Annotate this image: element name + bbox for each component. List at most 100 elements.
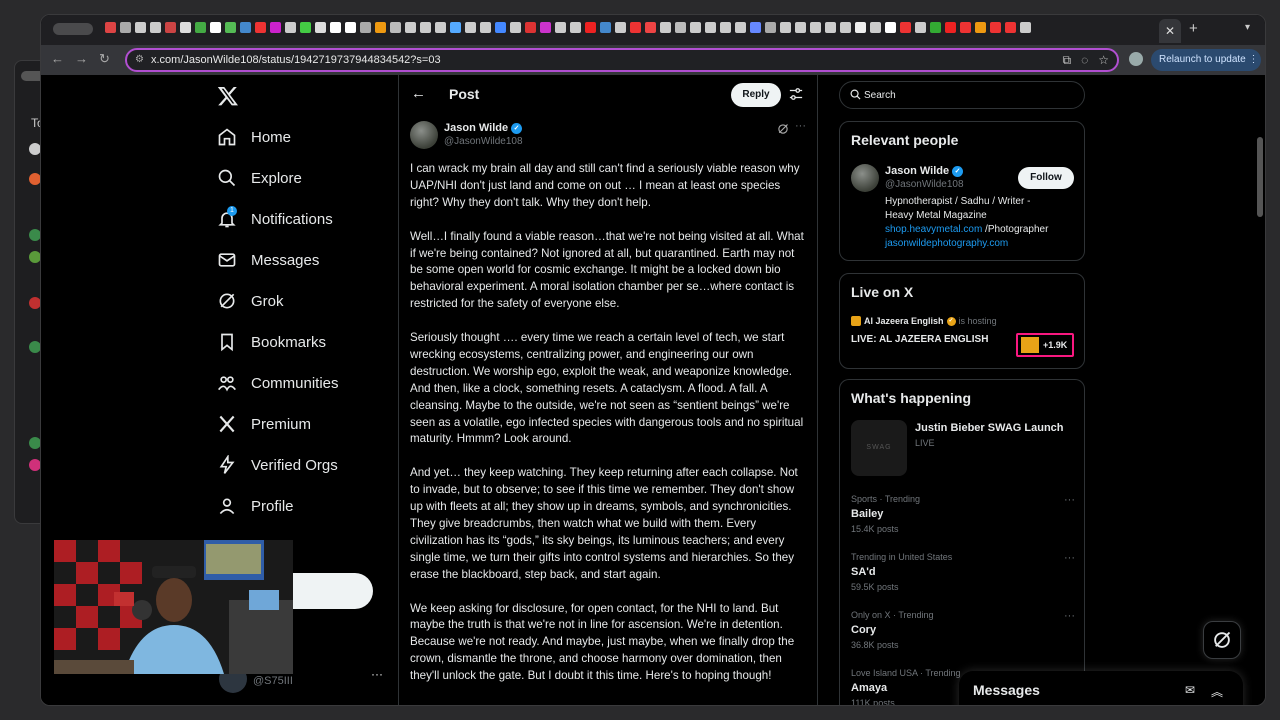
relevant-person-avatar[interactable] — [851, 164, 879, 192]
tab-favicon-icon[interactable] — [960, 22, 971, 33]
tab-favicon-icon[interactable] — [675, 22, 686, 33]
relaunch-button[interactable]: Relaunch to update ⋮ — [1151, 49, 1261, 71]
tab-favicon-icon[interactable] — [1020, 22, 1031, 33]
tab-favicon-icon[interactable] — [720, 22, 731, 33]
tab-favicon-icon[interactable] — [300, 22, 311, 33]
trend-more-icon[interactable]: ··· — [1064, 552, 1075, 564]
post-more-icon[interactable]: ··· — [795, 120, 806, 132]
tab-favicon-icon[interactable] — [975, 22, 986, 33]
tab-favicon-icon[interactable] — [240, 22, 251, 33]
url-text[interactable]: x.com/JasonWilde108/status/1942719737944… — [151, 54, 441, 66]
tab-favicon-icon[interactable] — [825, 22, 836, 33]
trend-more-icon[interactable]: ··· — [1064, 494, 1075, 506]
nav-item-grok[interactable]: Grok — [217, 287, 284, 315]
tab-favicon-icon[interactable] — [345, 22, 356, 33]
tab-favicon-icon[interactable] — [270, 22, 281, 33]
tab-strip[interactable] — [105, 22, 1031, 33]
relevant-person-handle[interactable]: @JasonWilde108 — [885, 179, 964, 190]
nav-item-explore[interactable]: Explore — [217, 164, 302, 192]
tab-favicon-icon[interactable] — [810, 22, 821, 33]
tab-favicon-icon[interactable] — [210, 22, 221, 33]
tab-favicon-icon[interactable] — [390, 22, 401, 33]
sliders-icon[interactable] — [789, 87, 803, 101]
live-host[interactable]: Al Jazeera English ✓ is hosting — [851, 316, 997, 326]
site-info-icon[interactable]: ⚙ — [135, 54, 144, 65]
tab-favicon-icon[interactable] — [870, 22, 881, 33]
tab-favicon-icon[interactable] — [840, 22, 851, 33]
follow-button[interactable]: Follow — [1018, 167, 1074, 189]
reload-icon[interactable]: ↻ — [99, 51, 110, 67]
account-more-icon[interactable]: ··· — [371, 667, 383, 681]
tab-favicon-icon[interactable] — [180, 22, 191, 33]
tab-favicon-icon[interactable] — [420, 22, 431, 33]
tab-favicon-icon[interactable] — [600, 22, 611, 33]
trend-item[interactable]: Only on X · Trending Cory 36.8K posts ··· — [851, 610, 1075, 650]
tab-favicon-icon[interactable] — [1005, 22, 1016, 33]
author-handle[interactable]: @JasonWilde108 — [444, 136, 523, 147]
search-input[interactable]: Search — [839, 81, 1085, 109]
tab-favicon-icon[interactable] — [735, 22, 746, 33]
nav-item-notifications[interactable]: 1 Notifications — [217, 205, 333, 233]
nav-item-communities[interactable]: Communities — [217, 369, 339, 397]
trend-item[interactable]: Trending in United States SA'd 59.5K posts… — [851, 552, 1075, 592]
forward-icon[interactable]: → — [75, 51, 88, 66]
grok-icon[interactable] — [777, 123, 789, 135]
tab-favicon-icon[interactable] — [165, 22, 176, 33]
tab-favicon-icon[interactable] — [435, 22, 446, 33]
live-stream-title[interactable]: LIVE: AL JAZEERA ENGLISH — [851, 334, 988, 345]
tab-favicon-icon[interactable] — [285, 22, 296, 33]
tab-favicon-icon[interactable] — [900, 22, 911, 33]
install-app-icon[interactable]: ⧉ — [1063, 53, 1072, 68]
tab-favicon-icon[interactable] — [360, 22, 371, 33]
tab-favicon-icon[interactable] — [645, 22, 656, 33]
tab-favicon-icon[interactable] — [525, 22, 536, 33]
author-name[interactable]: Jason Wilde ✓ — [444, 122, 523, 134]
tab-favicon-icon[interactable] — [615, 22, 626, 33]
menu-dots-icon[interactable]: ⋮ — [1249, 54, 1259, 65]
tab-favicon-icon[interactable] — [855, 22, 866, 33]
scrollbar[interactable] — [1257, 137, 1263, 217]
bio-link[interactable]: shop.heavymetal.com — [885, 224, 982, 235]
tab-favicon-icon[interactable] — [375, 22, 386, 33]
grok-button[interactable] — [1203, 621, 1241, 659]
window-controls[interactable] — [53, 23, 93, 35]
tab-favicon-icon[interactable] — [330, 22, 341, 33]
tab-favicon-icon[interactable] — [150, 22, 161, 33]
hide-icon[interactable]: ◌ — [1081, 53, 1088, 68]
tab-favicon-icon[interactable] — [945, 22, 956, 33]
tab-favicon-icon[interactable] — [495, 22, 506, 33]
tab-favicon-icon[interactable] — [765, 22, 776, 33]
back-icon[interactable]: ← — [51, 51, 64, 66]
tab-favicon-icon[interactable] — [465, 22, 476, 33]
new-tab-button[interactable]: + — [1189, 20, 1198, 37]
tab-favicon-icon[interactable] — [570, 22, 581, 33]
tab-favicon-icon[interactable] — [705, 22, 716, 33]
nav-item-verified-orgs[interactable]: Verified Orgs — [217, 451, 338, 479]
tab-favicon-icon[interactable] — [255, 22, 266, 33]
tab-search-icon[interactable]: ▾ — [1245, 22, 1250, 33]
author-avatar[interactable] — [410, 121, 438, 149]
x-logo-icon[interactable] — [217, 85, 239, 107]
tab-favicon-icon[interactable] — [225, 22, 236, 33]
nav-item-home[interactable]: Home — [217, 123, 291, 151]
tab-favicon-icon[interactable] — [915, 22, 926, 33]
tab-favicon-icon[interactable] — [555, 22, 566, 33]
nav-item-premium[interactable]: Premium — [217, 410, 311, 438]
trend-item[interactable]: Sports · Trending Bailey 15.4K posts ··· — [851, 494, 1075, 534]
featured-trend-image[interactable]: SWAG — [851, 420, 907, 476]
close-tab-icon[interactable]: ✕ — [1159, 19, 1181, 43]
tab-favicon-icon[interactable] — [135, 22, 146, 33]
tab-favicon-icon[interactable] — [795, 22, 806, 33]
tab-favicon-icon[interactable] — [510, 22, 521, 33]
tab-favicon-icon[interactable] — [105, 22, 116, 33]
messages-drawer[interactable]: Messages ✉ ︽ — [959, 671, 1243, 705]
tab-favicon-icon[interactable] — [885, 22, 896, 33]
tab-favicon-icon[interactable] — [315, 22, 326, 33]
trend-more-icon[interactable]: ··· — [1064, 610, 1075, 622]
tab-favicon-icon[interactable] — [450, 22, 461, 33]
relevant-person-name[interactable]: Jason Wilde ✓ — [885, 165, 964, 177]
tab-favicon-icon[interactable] — [585, 22, 596, 33]
bio-link[interactable]: jasonwildephotography.com — [885, 237, 1079, 251]
tab-favicon-icon[interactable] — [990, 22, 1001, 33]
tab-favicon-icon[interactable] — [480, 22, 491, 33]
